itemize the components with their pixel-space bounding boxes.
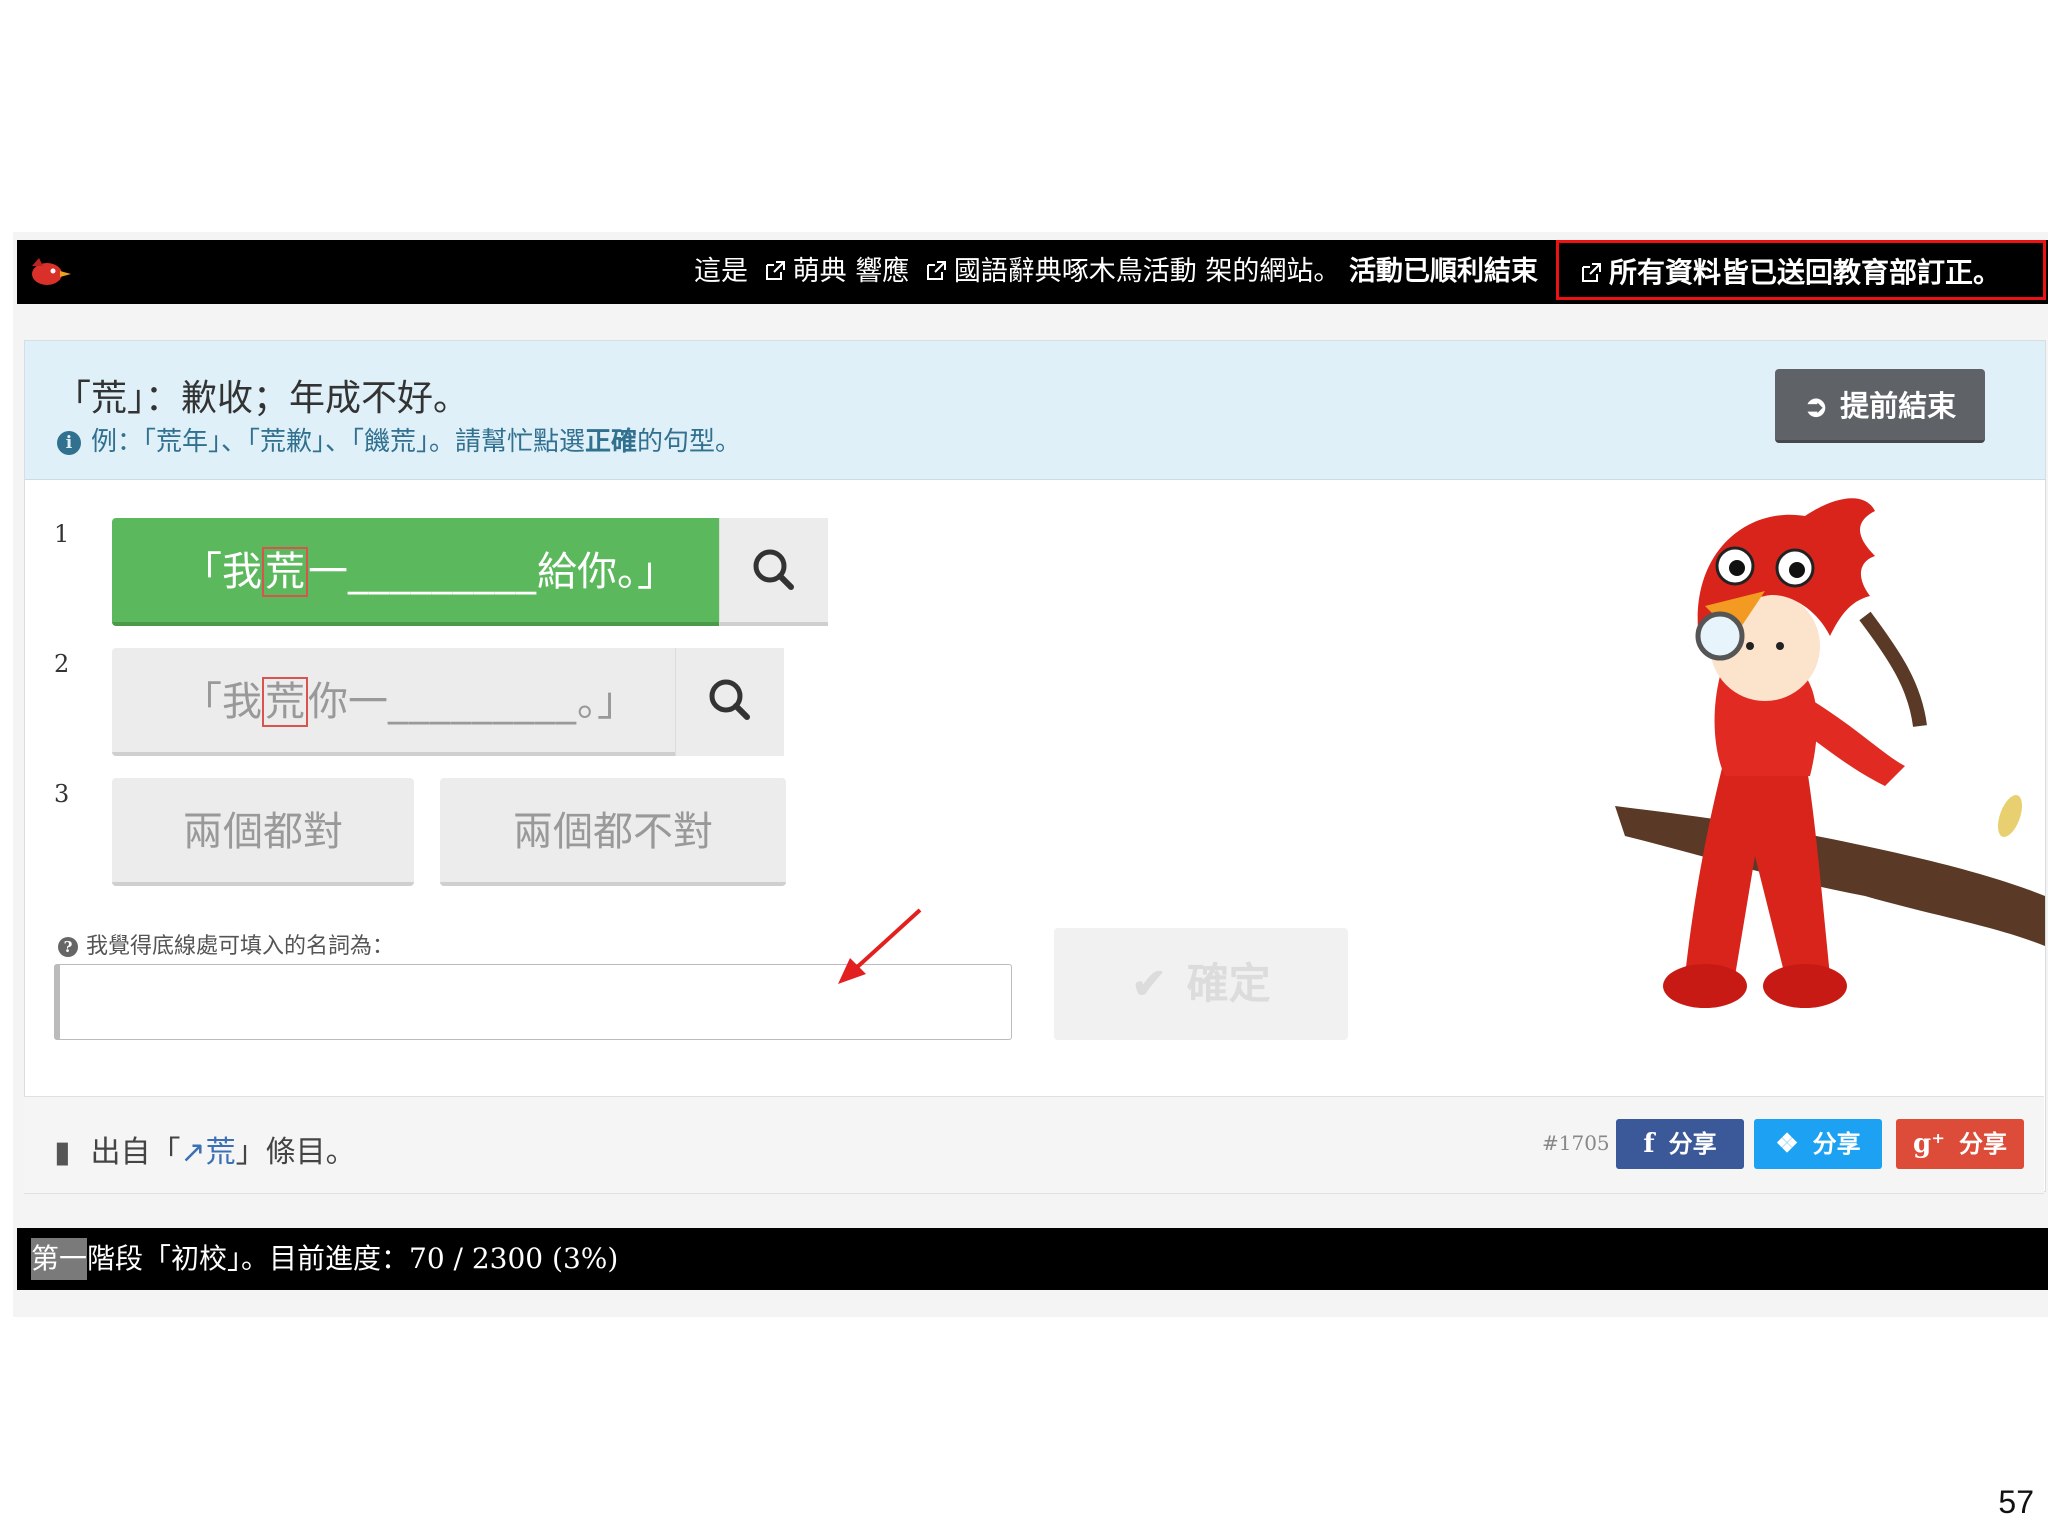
search-icon (753, 549, 794, 590)
option-number: 2 (54, 650, 70, 678)
share-label: 分享 (1812, 1130, 1861, 1158)
moedict-link[interactable]: 萌典 響應 (793, 256, 910, 287)
twitter-icon: ❖ (1775, 1129, 1799, 1159)
notice-box[interactable]: 所有資料皆已送回教育部訂正。 (1556, 240, 2046, 300)
external-link-icon (765, 261, 785, 280)
blank-line: _________ (348, 549, 537, 595)
sentence-part: 「我 (182, 549, 262, 595)
external-link-icon (1582, 263, 1601, 282)
google-plus-share-button[interactable]: g⁺ 分享 (1896, 1119, 2024, 1169)
sentence-part: 。」 (577, 679, 637, 725)
annotation-arrow-icon (838, 908, 922, 984)
twitter-share-button[interactable]: ❖ 分享 (1754, 1119, 1882, 1169)
sentence-part: 一 (308, 549, 348, 595)
facebook-icon: f (1643, 1129, 1655, 1159)
sentence-part: 「我 (182, 679, 262, 725)
share-label: 分享 (1668, 1130, 1717, 1158)
option-number: 1 (54, 520, 70, 548)
woodpecker-mascot-image (1615, 498, 2045, 1008)
end-early-button[interactable]: ➲ 提前結束 (1775, 369, 1985, 443)
share-label: 分享 (1958, 1130, 2007, 1158)
noun-question-label: ? 我覺得底線處可填入的名詞為： (58, 928, 394, 960)
confirm-label: 確定 (1186, 959, 1271, 1008)
entry-id: #1705 (1542, 1131, 1610, 1155)
example-text: 例：「荒年」、「荒歉」、「饑荒」。請幫忙點選 (91, 427, 586, 457)
facebook-share-button[interactable]: f 分享 (1616, 1119, 1744, 1169)
external-link-icon (926, 261, 946, 280)
slide-page-number: 57 (1998, 1484, 2034, 1520)
end-early-label: 提前結束 (1840, 389, 1957, 423)
search-icon (709, 679, 750, 720)
source-prefix: 出自「 (90, 1135, 181, 1170)
message-prefix: 這是 (694, 256, 749, 287)
source-suffix: 」條目。 (235, 1135, 356, 1170)
highlighted-char: 荒 (262, 677, 308, 727)
option-2-search-button[interactable] (675, 648, 784, 756)
google-plus-icon: g⁺ (1913, 1129, 1945, 1159)
info-icon: i (57, 431, 81, 455)
option-number: 3 (54, 780, 70, 808)
woodpecker-logo-icon[interactable] (27, 254, 71, 290)
option-1-sentence: 「我荒一_________給你。」 (182, 518, 677, 626)
activity-message: 這是 萌典 響應 國語辭典啄木鳥活動 架的網站。 活動已順利結束 (694, 240, 1538, 304)
activity-ended-text: 活動已順利結束 (1349, 256, 1538, 287)
external-link-icon: ↗ (180, 1135, 206, 1170)
source-text: ▮ 出自「↗荒」條目。 (54, 1127, 356, 1171)
source-footer: ▮ 出自「↗荒」條目。 #1705 f 分享 ❖ 分享 g⁺ 分享 (24, 1096, 2044, 1194)
notice-text: 所有資料皆已送回教育部訂正。 (1609, 256, 2002, 289)
sentence-part: 你一 (308, 679, 388, 725)
book-icon: ▮ (54, 1135, 71, 1170)
progress-status-bar: 第一階段「初校」。目前進度：70 / 2300 (3%) (17, 1228, 2048, 1290)
top-bar: 這是 萌典 響應 國語辭典啄木鳥活動 架的網站。 活動已順利結束 所有資料皆已送… (17, 240, 2048, 304)
woodpecker-activity-link[interactable]: 國語辭典啄木鳥活動 架的網站。 (954, 256, 1341, 287)
progress-text: 第一階段「初校」。目前進度：70 / 2300 (3%) (31, 1242, 619, 1275)
both-wrong-button[interactable]: 兩個都不對 (440, 778, 786, 886)
example-hint: i 例：「荒年」、「荒歉」、「饑荒」。請幫忙點選正確的句型。 (57, 421, 741, 458)
option-1-button[interactable]: 「我荒一_________給你。」 (112, 518, 828, 626)
example-suffix: 的句型。 (637, 427, 742, 457)
sentence-part: 給你。」 (537, 549, 677, 595)
sign-out-icon: ➲ (1803, 389, 1829, 423)
source-entry-label: 荒 (205, 1135, 236, 1170)
source-entry-link[interactable]: ↗荒 (181, 1135, 236, 1170)
question-text: 我覺得底線處可填入的名詞為： (86, 934, 395, 959)
both-correct-button[interactable]: 兩個都對 (112, 778, 414, 886)
definition-text: 「荒」：歉收；年成不好。 (55, 378, 470, 419)
option-2-button[interactable]: 「我荒你一_________。」 (112, 648, 784, 756)
check-icon: ✔ (1131, 959, 1167, 1008)
question-icon: ? (58, 937, 78, 957)
blank-line: _________ (388, 679, 577, 725)
option-2-sentence: 「我荒你一_________。」 (182, 648, 637, 756)
confirm-button[interactable]: ✔ 確定 (1054, 928, 1348, 1040)
definition-header: 「荒」：歉收；年成不好。 i 例：「荒年」、「荒歉」、「饑荒」。請幫忙點選正確的句… (25, 341, 2045, 480)
highlighted-char: 荒 (262, 547, 308, 597)
example-strong: 正確 (585, 427, 638, 457)
option-1-search-button[interactable] (719, 518, 828, 626)
